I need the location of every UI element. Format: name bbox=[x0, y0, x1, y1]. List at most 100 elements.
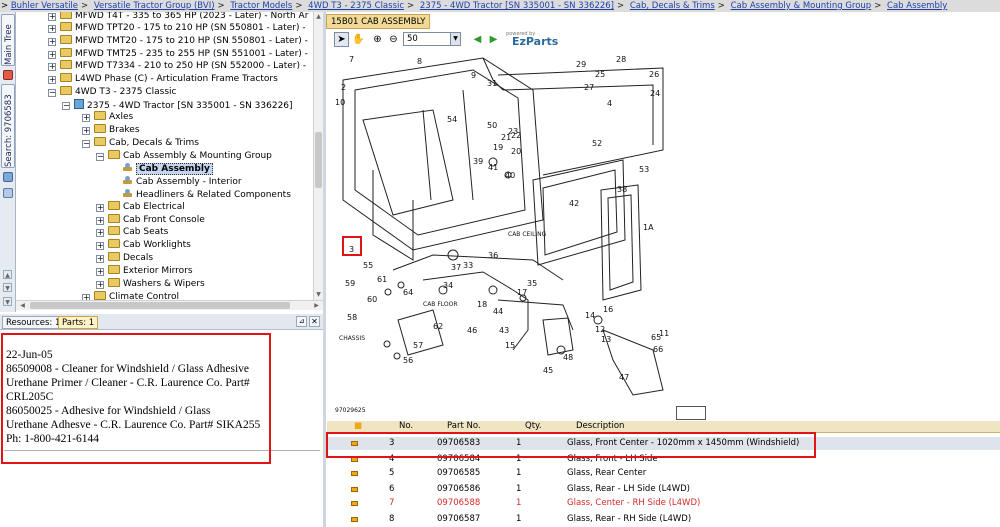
zoom-in-icon[interactable]: ⊕ bbox=[370, 32, 385, 47]
callout[interactable]: 42 bbox=[569, 199, 579, 208]
close-icon[interactable] bbox=[3, 70, 13, 80]
tree-node[interactable]: + MFWD TMT20 - 175 to 210 HP (SN 550801 -… bbox=[48, 35, 308, 48]
callout[interactable]: 37 bbox=[451, 263, 461, 272]
callout[interactable]: 16 bbox=[603, 305, 613, 314]
tree-node[interactable]: + L4WD Phase (C) - Articulation Frame Tra… bbox=[48, 73, 278, 86]
callout[interactable]: 48 bbox=[563, 353, 573, 362]
callout[interactable]: 20 bbox=[511, 147, 521, 156]
expand-icon[interactable]: + bbox=[96, 281, 104, 289]
tree-node[interactable]: Cab Assembly - Interior bbox=[122, 175, 242, 188]
scroll-up-icon[interactable]: ▲ bbox=[314, 12, 323, 21]
callout[interactable]: 43 bbox=[499, 326, 509, 335]
callout[interactable]: 54 bbox=[447, 115, 457, 124]
breadcrumb-link[interactable]: Versatile Tractor Group (BVI) bbox=[94, 1, 215, 11]
close-icon[interactable]: ✕ bbox=[309, 316, 320, 327]
tab-resources[interactable]: Resources: 1 bbox=[2, 316, 65, 329]
tab-search[interactable]: Search: 9706583 bbox=[1, 84, 15, 168]
scroll-right-icon[interactable]: ▶ bbox=[312, 301, 321, 310]
tree-node[interactable]: + Decals bbox=[96, 252, 153, 265]
callout[interactable]: 60 bbox=[367, 295, 377, 304]
callout[interactable]: 35 bbox=[527, 279, 537, 288]
col-header[interactable]: No. bbox=[399, 421, 413, 431]
expand-icon[interactable]: + bbox=[96, 255, 104, 263]
tree-node[interactable]: −4WD T3 - 2375 Classic bbox=[48, 86, 177, 99]
callout[interactable]: 41 bbox=[488, 163, 498, 172]
expand-icon[interactable]: + bbox=[82, 127, 90, 135]
expand-icon[interactable]: + bbox=[48, 63, 56, 71]
table-row[interactable]: 5 09706585 1 Glass, Rear Center bbox=[327, 467, 1000, 480]
scroll-thumb[interactable] bbox=[30, 302, 290, 309]
callout[interactable]: 18 bbox=[477, 300, 487, 309]
tree-node[interactable]: + MFWD T7334 - 210 to 250 HP (SN 552000 -… bbox=[48, 60, 306, 73]
tree-node[interactable]: Headliners & Related Components bbox=[122, 188, 291, 201]
callout[interactable]: 9 bbox=[471, 71, 476, 80]
expand-icon[interactable]: + bbox=[96, 229, 104, 237]
expand-icon[interactable]: + bbox=[96, 268, 104, 276]
back-arrow-icon[interactable]: ◀ bbox=[470, 32, 485, 47]
tree-node[interactable]: + MFWD TPT20 - 175 to 210 HP (SN 550801 -… bbox=[48, 22, 306, 35]
expand-icon[interactable]: + bbox=[96, 217, 104, 225]
table-row[interactable]: 7 09706588 1 Glass, Center - RH Side (L4… bbox=[327, 497, 1000, 510]
breadcrumb-link[interactable]: 2375 - 4WD Tractor [SN 335001 - SN 33622… bbox=[420, 1, 614, 11]
callout[interactable]: 31 bbox=[487, 79, 497, 88]
callout[interactable]: 44 bbox=[493, 307, 503, 316]
tree-node[interactable]: + Cab Electrical bbox=[96, 201, 185, 214]
breadcrumb-link[interactable]: Cab Assembly & Mounting Group bbox=[731, 1, 872, 11]
expand-icon[interactable]: + bbox=[48, 51, 56, 59]
scroll-left-icon[interactable]: ◀ bbox=[18, 301, 27, 310]
tree-horizontal-scrollbar[interactable]: ◀ ▶ bbox=[16, 300, 323, 310]
pointer-tool-icon[interactable]: ➤ bbox=[334, 32, 349, 47]
expand-icon[interactable]: + bbox=[96, 242, 104, 250]
callout[interactable]: 38 bbox=[617, 185, 627, 194]
tree-node[interactable]: + Washers & Wipers bbox=[96, 278, 205, 291]
scroll-up-icon[interactable]: ▲ bbox=[3, 270, 12, 279]
tab-main-tree[interactable]: Main Tree bbox=[1, 14, 15, 66]
table-row[interactable]: 6 09706586 1 Glass, Rear - LH Side (L4WD… bbox=[327, 483, 1000, 496]
expand-icon[interactable]: + bbox=[82, 114, 90, 122]
collapse-panel-handle[interactable] bbox=[676, 406, 706, 420]
callout[interactable]: 56 bbox=[403, 356, 413, 365]
callout[interactable]: 46 bbox=[467, 326, 477, 335]
tree-node-selected[interactable]: Cab Assembly bbox=[122, 162, 213, 175]
collapse-icon[interactable]: − bbox=[62, 102, 70, 110]
tab-diagram[interactable]: 15B01 CAB ASSEMBLY bbox=[326, 14, 431, 29]
callout[interactable]: 17 bbox=[517, 288, 527, 297]
callout[interactable]: 58 bbox=[347, 313, 357, 322]
tree-node[interactable]: + Exterior Mirrors bbox=[96, 265, 193, 278]
table-row[interactable]: 8 09706587 1 Glass, Rear - RH Side (L4WD… bbox=[327, 513, 1000, 526]
callout[interactable]: 61 bbox=[377, 275, 387, 284]
expand-icon[interactable]: + bbox=[48, 25, 56, 33]
collapse-icon[interactable]: − bbox=[48, 89, 56, 97]
zoom-out-icon[interactable]: ⊖ bbox=[386, 32, 401, 47]
callout[interactable]: 65 bbox=[651, 333, 661, 342]
callout[interactable]: 66 bbox=[653, 345, 663, 354]
search-tool-icon[interactable] bbox=[3, 172, 13, 182]
callout[interactable]: 25 bbox=[595, 70, 605, 79]
callout[interactable]: 40 bbox=[505, 171, 515, 180]
breadcrumb-link[interactable]: Cab, Decals & Trims bbox=[630, 1, 715, 11]
scroll-thumb[interactable] bbox=[315, 132, 322, 188]
callout[interactable]: 27 bbox=[584, 83, 594, 92]
tree-node[interactable]: − Cab, Decals & Trims bbox=[82, 137, 199, 150]
callout[interactable]: 57 bbox=[413, 341, 423, 350]
expand-icon[interactable]: + bbox=[48, 13, 56, 21]
breadcrumb-link[interactable]: Buhler Versatile bbox=[11, 1, 78, 11]
callout[interactable]: 50 bbox=[487, 121, 497, 130]
callout[interactable]: 36 bbox=[488, 251, 498, 260]
collapse-icon[interactable]: − bbox=[96, 153, 104, 161]
pan-hand-icon[interactable]: ✋ bbox=[351, 32, 366, 47]
pin-icon[interactable]: ⊿ bbox=[296, 316, 307, 327]
callout[interactable]: 1A bbox=[643, 223, 654, 232]
expand-icon[interactable]: + bbox=[96, 204, 104, 212]
callout[interactable]: 39 bbox=[473, 157, 483, 166]
tree-node[interactable]: + Axles bbox=[82, 111, 133, 124]
callout[interactable]: 2 bbox=[341, 83, 346, 92]
col-header[interactable]: Qty. bbox=[525, 421, 542, 431]
callout[interactable]: 29 bbox=[576, 60, 586, 69]
scroll-down-icon[interactable]: ▼ bbox=[3, 283, 12, 292]
tree-vertical-scrollbar[interactable]: ▲ ▼ bbox=[313, 12, 323, 300]
callout[interactable]: 8 bbox=[417, 57, 422, 66]
expand-icon[interactable]: + bbox=[48, 76, 56, 84]
callout[interactable]: 13 bbox=[601, 335, 611, 344]
collapse-icon[interactable]: − bbox=[82, 140, 90, 148]
